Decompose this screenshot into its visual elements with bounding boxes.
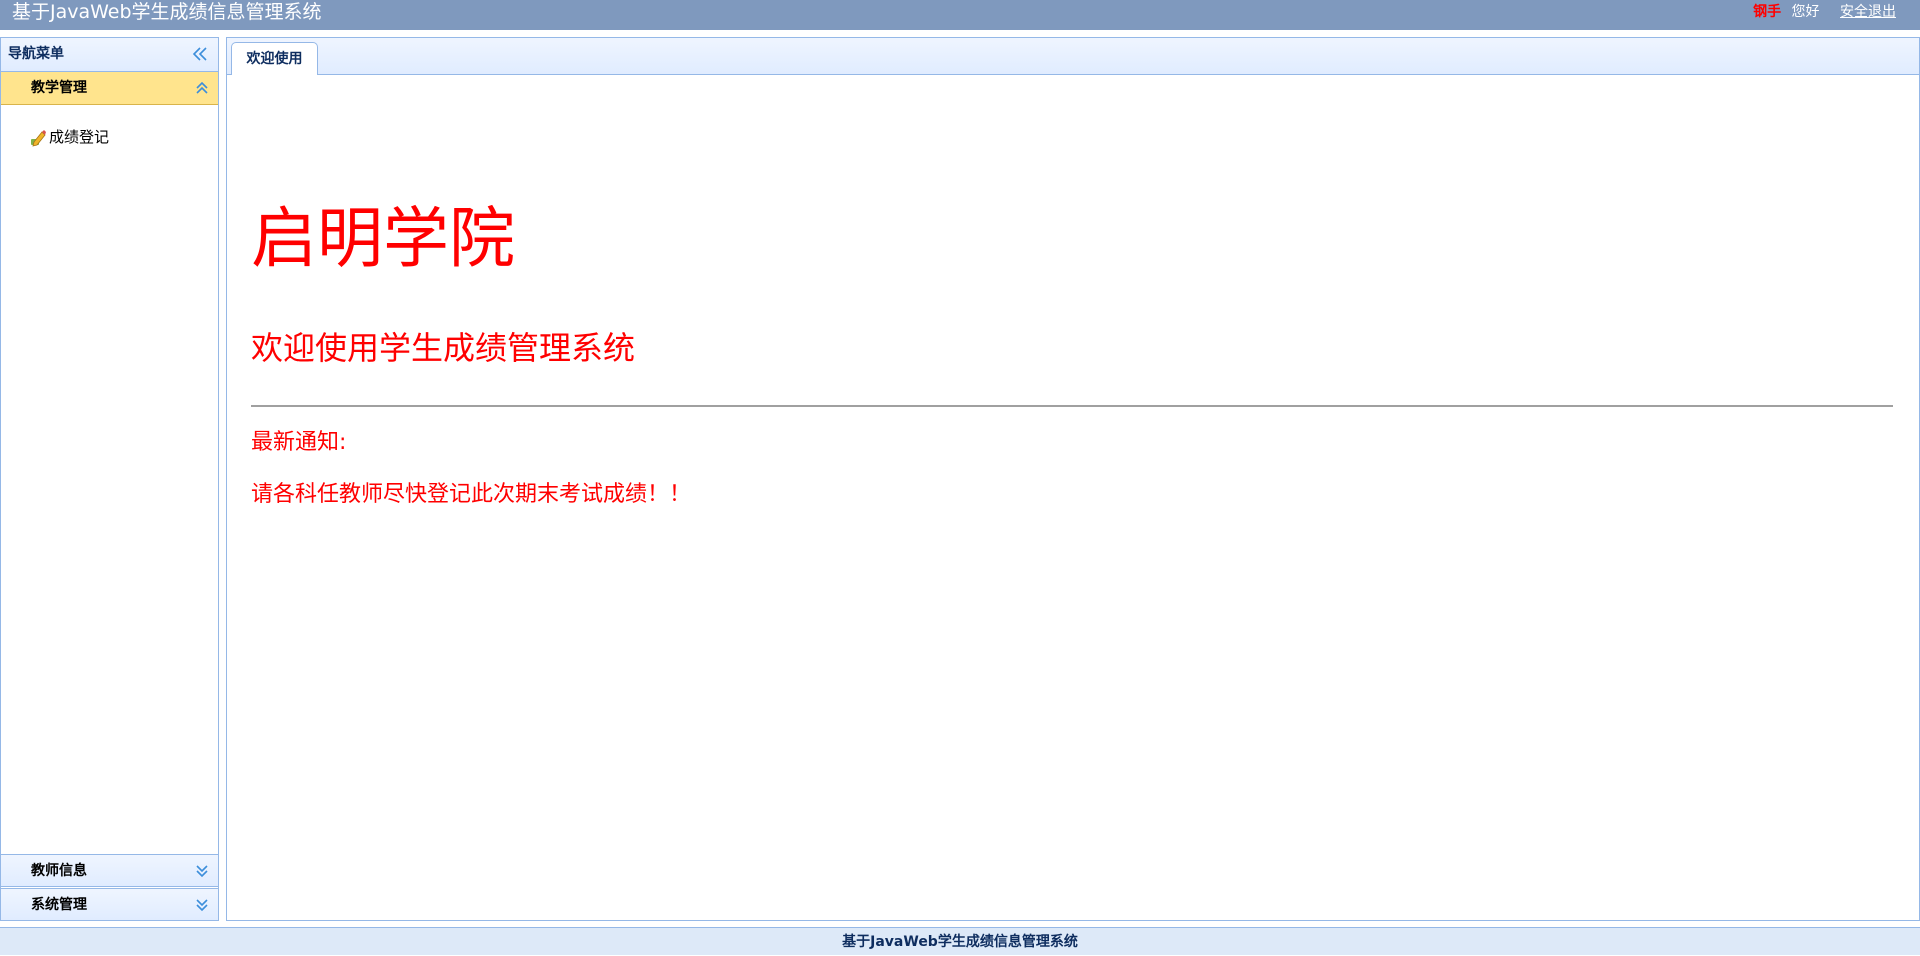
notice-body: 请各科任教师尽快登记此次期末考试成绩！！ — [251, 482, 692, 507]
user-area: 钢手 您好 安全退出 — [1753, 0, 1896, 25]
app-title: 基于JavaWeb学生成绩信息管理系统 — [12, 1, 322, 23]
welcome-content: 启明学院 欢迎使用学生成绩管理系统 最新通知: 请各科任教师尽快登记此次期末考试… — [227, 75, 1919, 920]
greeting-text: 您好 — [1791, 4, 1820, 20]
double-chevron-down-icon[interactable] — [194, 863, 210, 879]
divider — [251, 405, 1893, 407]
nav-section-body: 成绩登记 — [1, 106, 218, 889]
nav-section-teaching[interactable]: 教学管理 — [1, 72, 218, 105]
nav-section-label: 系统管理 — [31, 897, 87, 913]
double-chevron-down-icon[interactable] — [194, 897, 210, 913]
welcome-text: 欢迎使用学生成绩管理系统 — [251, 329, 636, 367]
nav-panel: 导航菜单 教学管理 成绩登记 教师信息 系统管理 — [0, 37, 219, 921]
nav-section-teacher-info[interactable]: 教师信息 — [1, 854, 218, 887]
nav-section-label: 教学管理 — [31, 80, 87, 96]
nav-section-system-admin[interactable]: 系统管理 — [1, 888, 218, 921]
nav-panel-header: 导航菜单 — [1, 38, 218, 72]
double-chevron-up-icon[interactable] — [194, 80, 210, 96]
tabs-bar: 欢迎使用 — [227, 38, 1919, 76]
footer: 基于JavaWeb学生成绩信息管理系统 — [0, 927, 1920, 955]
pencil-edit-icon — [31, 130, 46, 147]
double-chevron-left-icon[interactable] — [192, 46, 208, 62]
app-header: 基于JavaWeb学生成绩信息管理系统 钢手 您好 安全退出 — [0, 0, 1920, 30]
tab-welcome[interactable]: 欢迎使用 — [231, 42, 318, 76]
main-tab-panel: 欢迎使用 启明学院 欢迎使用学生成绩管理系统 最新通知: 请各科任教师尽快登记此… — [226, 37, 1920, 921]
logout-link[interactable]: 安全退出 — [1840, 4, 1896, 20]
menu-item-grade-entry[interactable]: 成绩登记 — [29, 126, 109, 148]
menu-item-label: 成绩登记 — [49, 128, 110, 146]
notice-label: 最新通知: — [251, 430, 347, 455]
school-name: 启明学院 — [251, 200, 515, 277]
nav-section-label: 教师信息 — [31, 863, 87, 879]
user-name: 钢手 — [1753, 4, 1782, 20]
nav-panel-title: 导航菜单 — [8, 46, 64, 62]
